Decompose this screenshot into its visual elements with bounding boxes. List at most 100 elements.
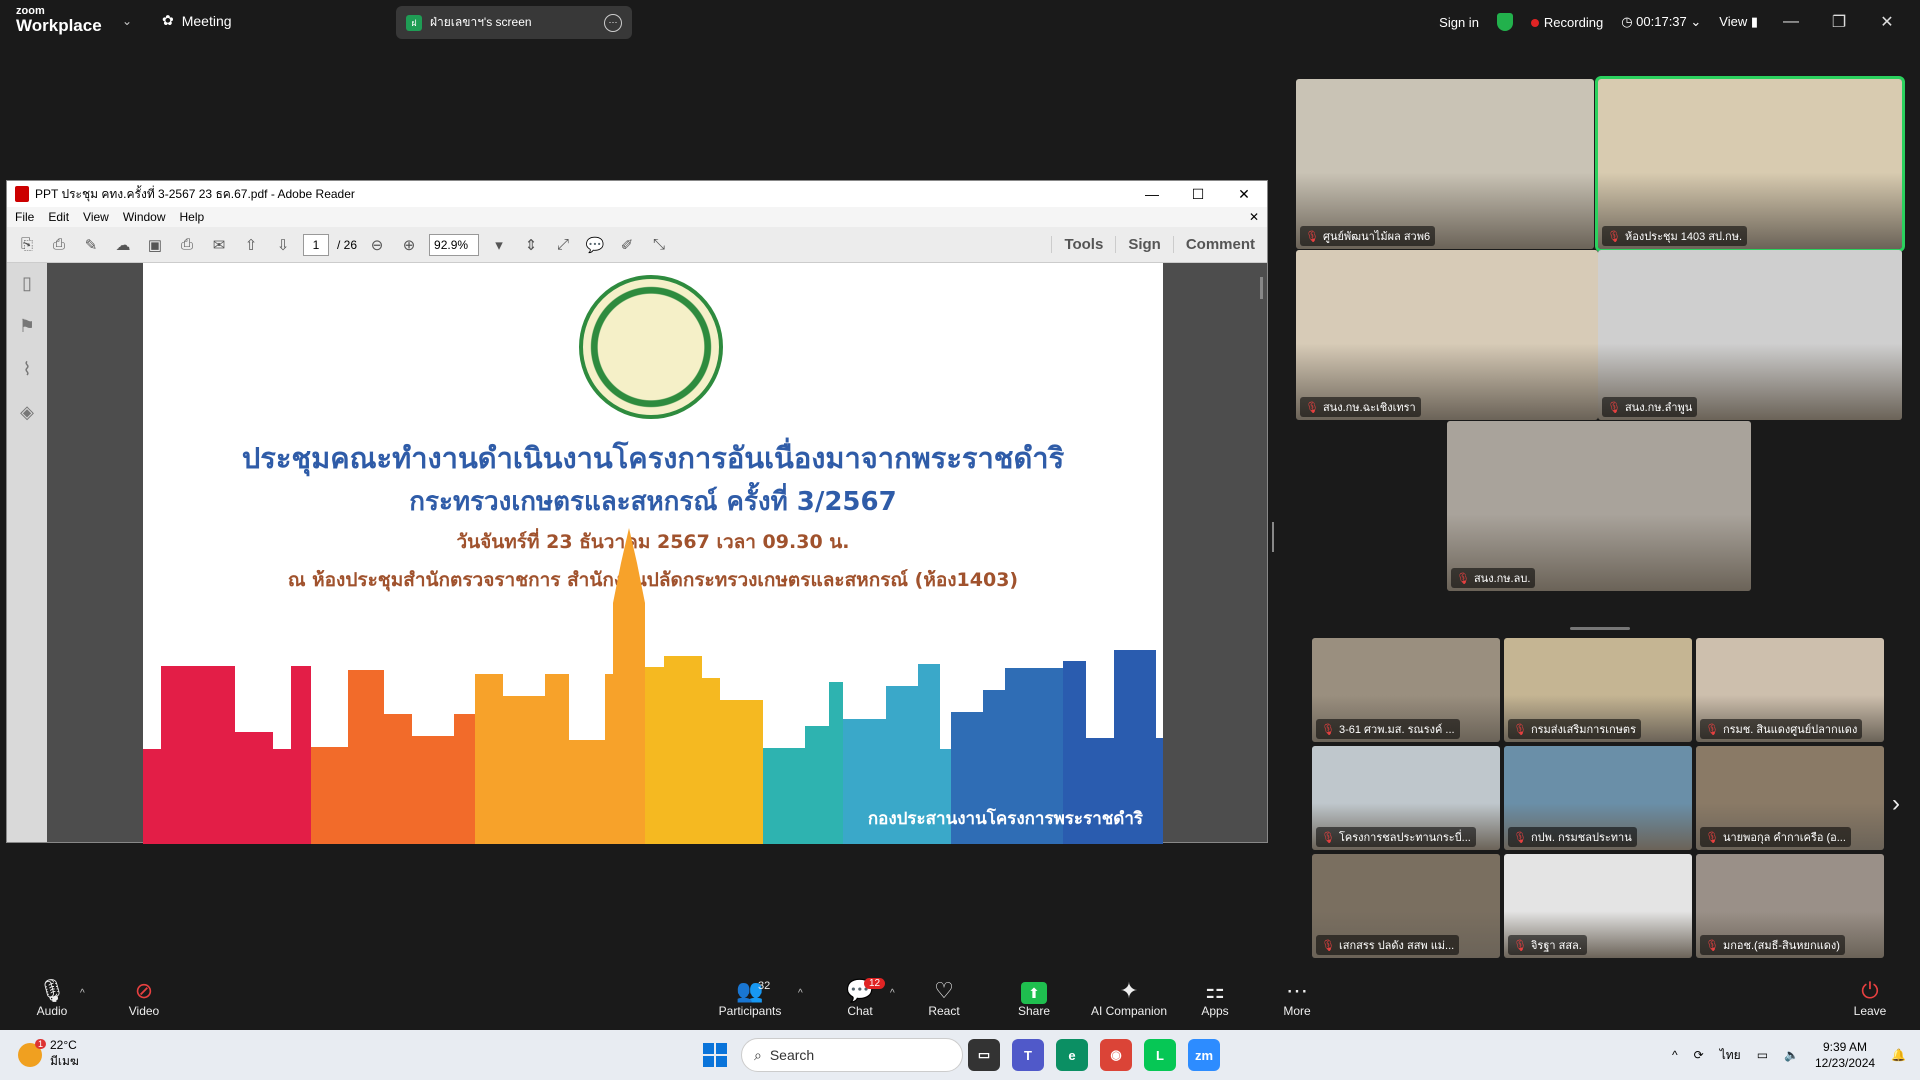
chrome-icon[interactable]: ◉ bbox=[1100, 1039, 1132, 1071]
gallery-video-tile[interactable]: 🎙 จิรฐา สสล. bbox=[1504, 854, 1692, 958]
zoom-app-icon[interactable]: zm bbox=[1188, 1039, 1220, 1071]
menu-window[interactable]: Window bbox=[123, 210, 166, 224]
reader-minimize-icon[interactable]: — bbox=[1129, 186, 1175, 203]
zoom-in-icon[interactable]: ⊕ bbox=[397, 233, 421, 257]
react-button[interactable]: ♡ React bbox=[904, 978, 984, 1018]
teams-icon[interactable]: T bbox=[1012, 1039, 1044, 1071]
bookmarks-icon[interactable]: ⚑ bbox=[19, 316, 35, 337]
export-icon[interactable]: ⎙ bbox=[47, 233, 71, 257]
split-resize-handle[interactable] bbox=[1272, 522, 1274, 552]
menu-view[interactable]: View bbox=[83, 210, 109, 224]
cloud-upload-icon[interactable]: ☁ bbox=[111, 233, 135, 257]
participants-caret-icon[interactable]: ^ bbox=[798, 988, 803, 999]
zoom-out-icon[interactable]: ⊖ bbox=[365, 233, 389, 257]
chevron-down-icon[interactable]: ⌄ bbox=[122, 14, 132, 28]
line-app-icon[interactable]: L bbox=[1144, 1039, 1176, 1071]
video-button[interactable]: ⊘ Video bbox=[104, 978, 184, 1018]
task-view-icon[interactable]: ▭ bbox=[968, 1039, 1000, 1071]
speaker-video-tile[interactable]: 🎙 สนง.กษ.ลบ. bbox=[1447, 421, 1751, 591]
apps-button[interactable]: ⚏ Apps bbox=[1175, 978, 1255, 1018]
vertical-scrollbar[interactable] bbox=[1260, 277, 1263, 299]
gallery-video-tile[interactable]: 🎙 กรมส่งเสริมการเกษตร bbox=[1504, 638, 1692, 742]
gallery-video-tile[interactable]: 🎙 นายพอกุล คำกาเครือ (อ... bbox=[1696, 746, 1884, 850]
fit-page-icon[interactable]: ⇕ bbox=[519, 233, 543, 257]
layers-icon[interactable]: ◈ bbox=[20, 402, 34, 423]
gallery-video-tile[interactable]: 🎙 มกอช.(สมธี-สินหยกแดง) bbox=[1696, 854, 1884, 958]
zoom-dropdown-icon[interactable]: ▾ bbox=[487, 233, 511, 257]
comment-button[interactable]: Comment bbox=[1172, 236, 1267, 253]
share-button[interactable]: ⬆ Share bbox=[994, 978, 1074, 1018]
speaker-video-tile[interactable]: 🎙 สนง.กษ.ลำพูน bbox=[1598, 250, 1902, 420]
gallery-video-tile[interactable]: 🎙 โครงการชลประทานกระบี่... bbox=[1312, 746, 1500, 850]
close-icon[interactable]: ✕ bbox=[1872, 12, 1902, 32]
minimize-icon[interactable]: — bbox=[1776, 13, 1806, 31]
doc-close-icon[interactable]: ✕ bbox=[1249, 210, 1259, 224]
page-up-icon[interactable]: ⇧ bbox=[239, 233, 263, 257]
fit-width-icon[interactable]: ⤢ bbox=[551, 233, 575, 257]
email-icon[interactable]: ✉ bbox=[207, 233, 231, 257]
restore-icon[interactable]: ❐ bbox=[1824, 12, 1854, 32]
fullscreen-icon[interactable]: ⤡ bbox=[647, 233, 671, 257]
participant-name: ห้องประชุม 1403 สป.กษ. bbox=[1624, 231, 1743, 243]
participants-button[interactable]: 👥 32 Participants bbox=[710, 978, 790, 1018]
document-area[interactable]: ประชุมคณะทำงานดำเนินงานโครงการอันเนื่องม… bbox=[47, 263, 1267, 844]
edge-icon[interactable]: e bbox=[1056, 1039, 1088, 1071]
zoom-level-select[interactable]: 92.9% bbox=[429, 233, 480, 256]
more-options-icon[interactable]: ··· bbox=[604, 13, 622, 32]
menu-file[interactable]: File bbox=[15, 210, 34, 224]
notification-bell-icon[interactable]: 🔔 bbox=[1891, 1048, 1906, 1062]
gallery-video-tile[interactable]: 🎙 3-61 ศวพ.มส. รณรงค์ ... bbox=[1312, 638, 1500, 742]
gallery-video-tile[interactable]: 🎙 กรมช. สินแดงศูนย์ปลากแดง bbox=[1696, 638, 1884, 742]
reader-maximize-icon[interactable]: ☐ bbox=[1175, 186, 1221, 203]
sync-icon[interactable]: ⟳ bbox=[1694, 1048, 1704, 1062]
meeting-menu-button[interactable]: ✿ Meeting bbox=[162, 12, 232, 29]
chat-caret-icon[interactable]: ^ bbox=[890, 988, 895, 999]
taskbar-search-input[interactable]: ⌕ Search bbox=[741, 1038, 963, 1072]
pages-panel-icon[interactable]: ▯ bbox=[22, 273, 32, 294]
tray-expand-icon[interactable]: ^ bbox=[1672, 1048, 1678, 1062]
meeting-timer[interactable]: ◷ 00:17:37 ⌄ bbox=[1621, 14, 1701, 30]
create-pdf-icon[interactable]: ⎘ bbox=[15, 233, 39, 257]
save-icon[interactable]: ▣ bbox=[143, 233, 167, 257]
speaker-video-tile[interactable]: 🎙 ศูนย์พัฒนาไม้ผล สวพ6 bbox=[1296, 79, 1594, 249]
attachments-icon[interactable]: ⌇ bbox=[23, 359, 32, 380]
share-arrow-icon: ⬆ bbox=[1021, 982, 1047, 1004]
page-down-icon[interactable]: ⇩ bbox=[271, 233, 295, 257]
screen-share-indicator[interactable]: ฝ ฝ่ายเลขาฯ's screen ··· bbox=[396, 6, 632, 39]
gallery-video-tile[interactable]: 🎙 กปพ. กรมชลประทาน bbox=[1504, 746, 1692, 850]
language-indicator[interactable]: ไทย bbox=[1720, 1046, 1741, 1065]
sign-in-link[interactable]: Sign in bbox=[1439, 15, 1479, 30]
weather-widget[interactable]: 1 22°C มีเมฆ bbox=[18, 1038, 79, 1071]
tools-button[interactable]: Tools bbox=[1051, 236, 1115, 253]
mic-muted-icon: 🎙 bbox=[1705, 940, 1719, 952]
menu-help[interactable]: Help bbox=[180, 210, 205, 224]
leave-button[interactable]: ⏻ Leave bbox=[1830, 978, 1910, 1018]
network-icon[interactable]: ▭ bbox=[1757, 1048, 1768, 1062]
audio-caret-icon[interactable]: ^ bbox=[80, 988, 85, 999]
recording-indicator[interactable]: Recording bbox=[1530, 15, 1603, 30]
clock[interactable]: 9:39 AM 12/23/2024 bbox=[1815, 1039, 1875, 1071]
more-button[interactable]: ⋯ More bbox=[1257, 978, 1337, 1018]
page-number-input[interactable]: 1 bbox=[303, 233, 329, 256]
print-icon[interactable]: ⎙ bbox=[175, 233, 199, 257]
speaker-video-tile[interactable]: 🎙 สนง.กษ.ฉะเชิงเทรา bbox=[1296, 250, 1598, 420]
comment-icon[interactable]: 💬 bbox=[583, 233, 607, 257]
more-icon: ⋯ bbox=[1286, 978, 1308, 1003]
clock-time: 9:39 AM bbox=[1823, 1040, 1868, 1054]
reader-close-icon[interactable]: ✕ bbox=[1221, 186, 1267, 203]
sign-button[interactable]: Sign bbox=[1115, 236, 1173, 253]
speaker-video-tile[interactable]: 🎙 ห้องประชุม 1403 สป.กษ. bbox=[1595, 76, 1905, 252]
view-button[interactable]: View ▮ bbox=[1719, 14, 1758, 30]
gallery-divider[interactable] bbox=[1570, 627, 1630, 630]
next-page-arrow-icon[interactable]: › bbox=[1892, 790, 1900, 818]
gallery-video-tile[interactable]: 🎙 เสกสรร ปลดัง สสพ แม่... bbox=[1312, 854, 1500, 958]
edit-icon[interactable]: ✎ bbox=[79, 233, 103, 257]
chat-button[interactable]: 💬 12 Chat bbox=[820, 978, 900, 1018]
ai-companion-button[interactable]: ✦ AI Companion bbox=[1086, 978, 1172, 1018]
volume-icon[interactable]: 🔈 bbox=[1784, 1048, 1799, 1062]
zoom-workplace-logo[interactable]: zoom Workplace bbox=[16, 6, 102, 35]
encryption-shield-icon[interactable] bbox=[1496, 13, 1513, 31]
highlight-icon[interactable]: ✐ bbox=[615, 233, 639, 257]
start-windows-icon[interactable] bbox=[703, 1043, 727, 1067]
menu-edit[interactable]: Edit bbox=[48, 210, 69, 224]
